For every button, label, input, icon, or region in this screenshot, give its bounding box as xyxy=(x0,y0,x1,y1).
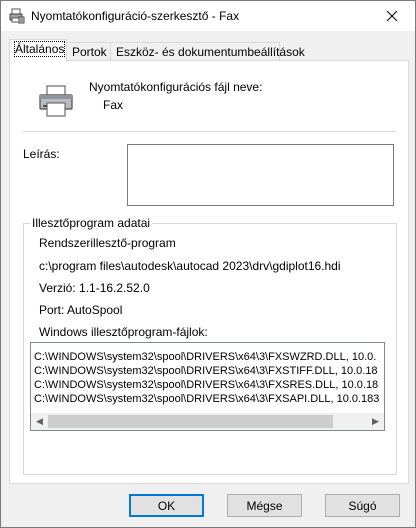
driver-files-label: Windows illesztőprogram-fájlok: xyxy=(39,325,208,339)
driver-info-group-title: Illesztőprogram adatai xyxy=(30,216,153,230)
list-item[interactable]: C:\WINDOWS\system32\spool\DRIVERS\x64\3\… xyxy=(34,350,376,364)
description-textarea[interactable] xyxy=(127,144,394,206)
close-button[interactable] xyxy=(369,1,415,31)
list-item[interactable]: C:\WINDOWS\system32\spool\DRIVERS\x64\3\… xyxy=(34,364,378,378)
printer-icon xyxy=(39,85,73,117)
cancel-button[interactable]: Mégse xyxy=(227,494,302,517)
tab-ports[interactable]: Portok xyxy=(66,42,111,61)
general-tab-panel: Nyomtatókonfigurációs fájl neve: Fax Leí… xyxy=(9,60,409,484)
ok-button[interactable]: OK xyxy=(129,494,204,517)
help-button[interactable]: Súgó xyxy=(325,494,400,517)
help-button-label: Súgó xyxy=(348,498,377,513)
driver-version: Verzió: 1.1-16.2.52.0 xyxy=(39,281,150,295)
close-icon xyxy=(387,11,397,21)
printer-config-icon xyxy=(9,8,25,24)
scrollbar-thumb[interactable] xyxy=(48,415,333,428)
window-title: Nyomtatókonfiguráció-szerkesztő - Fax xyxy=(31,9,240,23)
driver-path: c:\program files\autodesk\autocad 2023\d… xyxy=(39,259,341,273)
tab-general-label: Általános xyxy=(13,41,66,57)
tab-device-settings[interactable]: Eszköz- és dokumentumbeállítások xyxy=(110,42,305,61)
config-filename-value: Fax xyxy=(103,98,124,112)
list-item[interactable]: C:\WINDOWS\system32\spool\DRIVERS\x64\3\… xyxy=(34,392,379,406)
title-bar: Nyomtatókonfiguráció-szerkesztő - Fax xyxy=(1,1,415,31)
ok-button-label: OK xyxy=(157,498,176,513)
config-filename-label: Nyomtatókonfigurációs fájl neve: xyxy=(89,80,263,94)
tab-general[interactable]: Általános xyxy=(9,39,67,62)
driver-port: Port: AutoSpool xyxy=(39,303,123,317)
tab-ports-label: Portok xyxy=(72,45,107,59)
scroll-right-icon[interactable]: ▶ xyxy=(367,413,384,430)
driver-type: Rendszerillesztő-program xyxy=(39,236,176,250)
driver-files-list[interactable]: C:\WINDOWS\system32\spool\DRIVERS\x64\3\… xyxy=(30,342,385,431)
list-item[interactable]: C:\WINDOWS\system32\spool\DRIVERS\x64\3\… xyxy=(34,378,378,392)
separator xyxy=(23,131,397,132)
printer-config-dialog: Nyomtatókonfiguráció-szerkesztő - Fax Ál… xyxy=(0,0,416,528)
scroll-left-icon[interactable]: ◀ xyxy=(31,413,48,430)
cancel-button-label: Mégse xyxy=(246,498,283,513)
description-label: Leírás: xyxy=(23,147,60,161)
horizontal-scrollbar[interactable]: ◀ ▶ xyxy=(31,413,384,430)
tab-device-settings-label: Eszköz- és dokumentumbeállítások xyxy=(116,45,305,59)
